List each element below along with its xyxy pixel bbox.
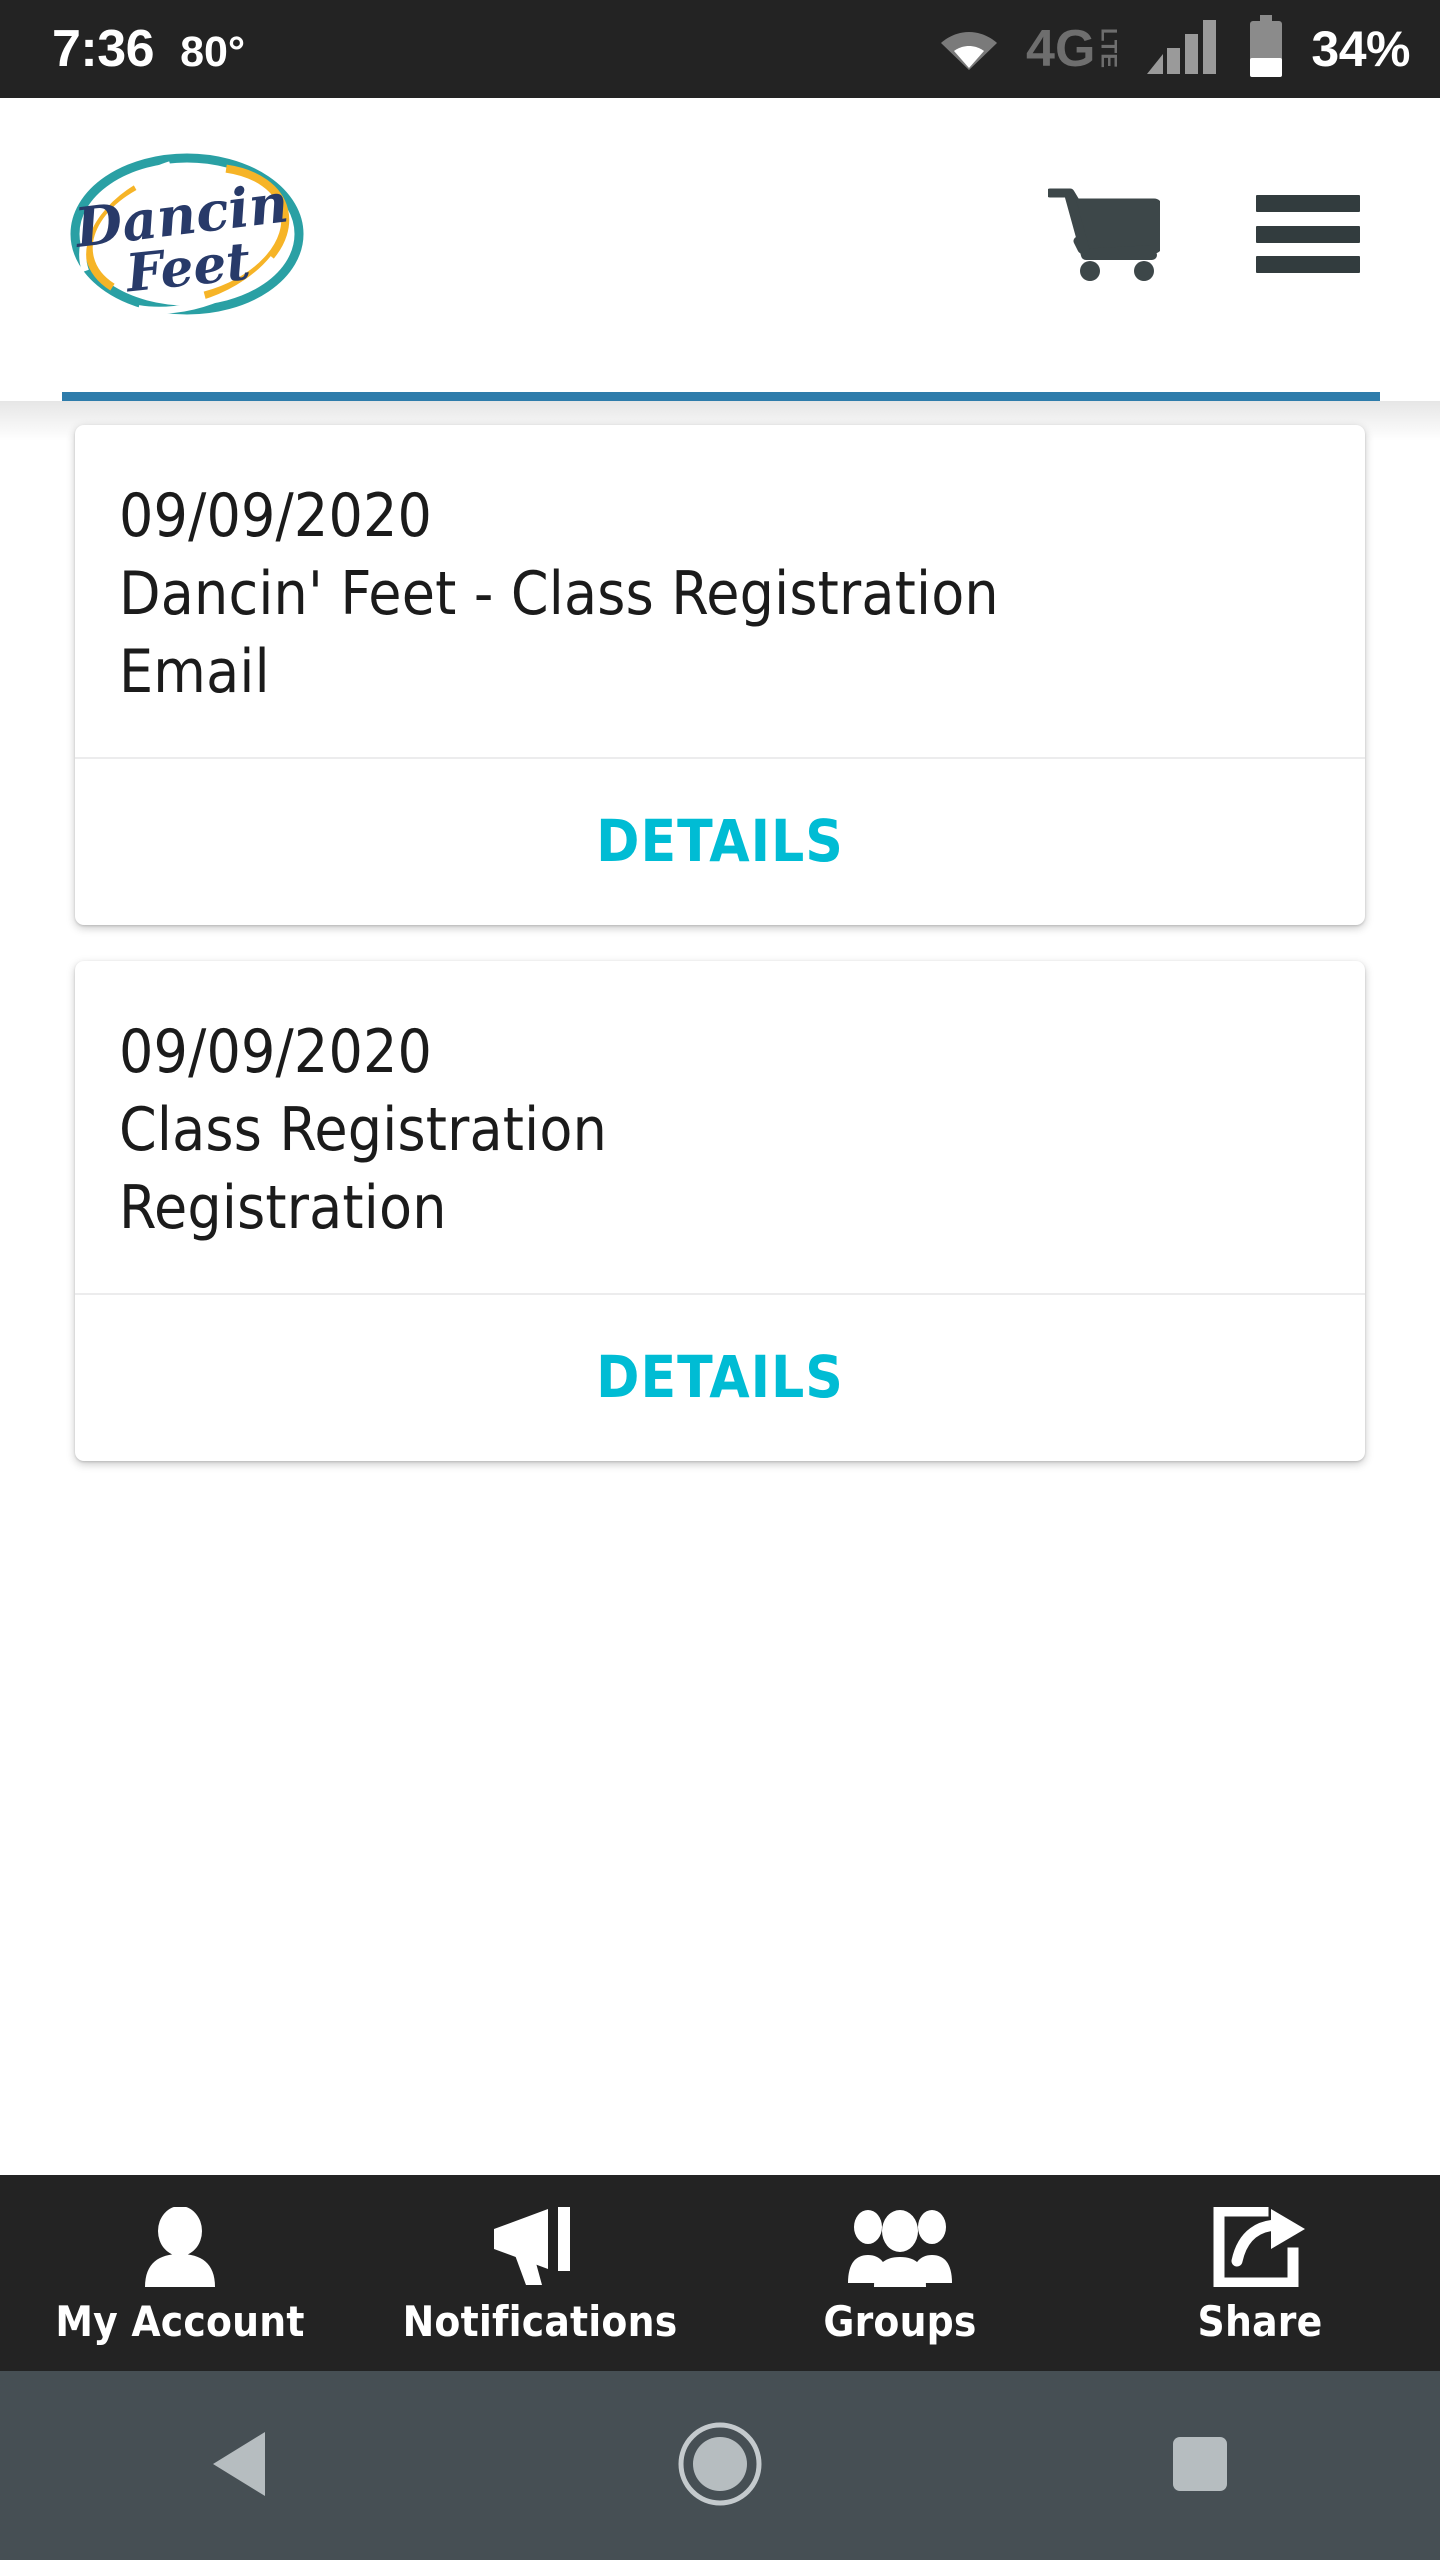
app-header: Dancin Feet bbox=[0, 98, 1440, 370]
header-divider-rule bbox=[62, 392, 1380, 401]
status-bar-temperature: 80° bbox=[180, 28, 246, 76]
people-group-icon bbox=[844, 2201, 956, 2287]
tab-notifications[interactable]: Notifications bbox=[360, 2175, 720, 2371]
details-button[interactable]: DETAILS bbox=[596, 807, 844, 875]
cart-icon bbox=[1045, 185, 1163, 284]
notification-subtitle: Email bbox=[119, 637, 270, 707]
hamburger-menu-icon bbox=[1256, 195, 1360, 273]
home-button[interactable] bbox=[480, 2371, 960, 2560]
card-action-row: DETAILS bbox=[75, 759, 1365, 925]
battery-icon bbox=[1247, 14, 1285, 84]
share-export-icon bbox=[1213, 2201, 1307, 2287]
status-bar-left: 7:36 80° bbox=[52, 19, 245, 79]
notifications-list: 09/09/2020 Dancin' Feet - Class Registra… bbox=[0, 401, 1440, 2175]
status-bar-right: 4G LTE 34% bbox=[938, 14, 1410, 84]
back-button[interactable] bbox=[0, 2371, 480, 2560]
status-bar-clock: 7:36 bbox=[52, 20, 155, 78]
notification-date: 09/09/2020 bbox=[119, 481, 433, 551]
notification-date: 09/09/2020 bbox=[119, 1017, 433, 1087]
signal-bars-icon bbox=[1145, 18, 1221, 81]
notification-subtitle: Registration bbox=[119, 1173, 447, 1243]
menu-button[interactable] bbox=[1256, 195, 1360, 273]
megaphone-icon bbox=[490, 2201, 590, 2287]
tab-label: Groups bbox=[823, 2296, 977, 2346]
wifi-icon bbox=[938, 23, 1000, 76]
header-actions bbox=[1045, 185, 1360, 284]
notification-card-body: 09/09/2020 Dancin' Feet - Class Registra… bbox=[75, 425, 1365, 757]
tab-label: Share bbox=[1197, 2296, 1323, 2346]
tab-label: My Account bbox=[55, 2296, 305, 2346]
details-button[interactable]: DETAILS bbox=[596, 1343, 844, 1411]
notification-title: Class Registration bbox=[119, 1095, 607, 1165]
card-action-row: DETAILS bbox=[75, 1295, 1365, 1461]
square-icon bbox=[1169, 2433, 1231, 2498]
notification-card[interactable]: 09/09/2020 Dancin' Feet - Class Registra… bbox=[75, 425, 1365, 925]
status-bar: 7:36 80° 4G LTE 34% bbox=[0, 0, 1440, 98]
tab-my-account[interactable]: My Account bbox=[0, 2175, 360, 2371]
bottom-tab-bar: My Account Notifications Groups Share bbox=[0, 2175, 1440, 2371]
notification-card[interactable]: 09/09/2020 Class Registration Registrati… bbox=[75, 961, 1365, 1461]
notification-card-body: 09/09/2020 Class Registration Registrati… bbox=[75, 961, 1365, 1293]
recents-button[interactable] bbox=[960, 2371, 1440, 2560]
tab-groups[interactable]: Groups bbox=[720, 2175, 1080, 2371]
phone-screen: 7:36 80° 4G LTE 34% Dancin Feet 09/09/20… bbox=[0, 0, 1440, 2560]
shopping-cart-button[interactable] bbox=[1045, 185, 1163, 284]
tab-label: Notifications bbox=[402, 2296, 678, 2346]
tab-share[interactable]: Share bbox=[1080, 2175, 1440, 2371]
android-system-nav-bar bbox=[0, 2371, 1440, 2560]
notification-title: Dancin' Feet - Class Registration bbox=[119, 559, 999, 629]
circle-icon bbox=[677, 2421, 763, 2510]
app-logo[interactable]: Dancin Feet bbox=[62, 142, 312, 327]
triangle-left-icon bbox=[209, 2430, 271, 2501]
battery-percent-label: 34% bbox=[1311, 21, 1410, 77]
network-4glte-icon: 4G LTE bbox=[1026, 19, 1122, 78]
person-icon bbox=[139, 2201, 221, 2287]
